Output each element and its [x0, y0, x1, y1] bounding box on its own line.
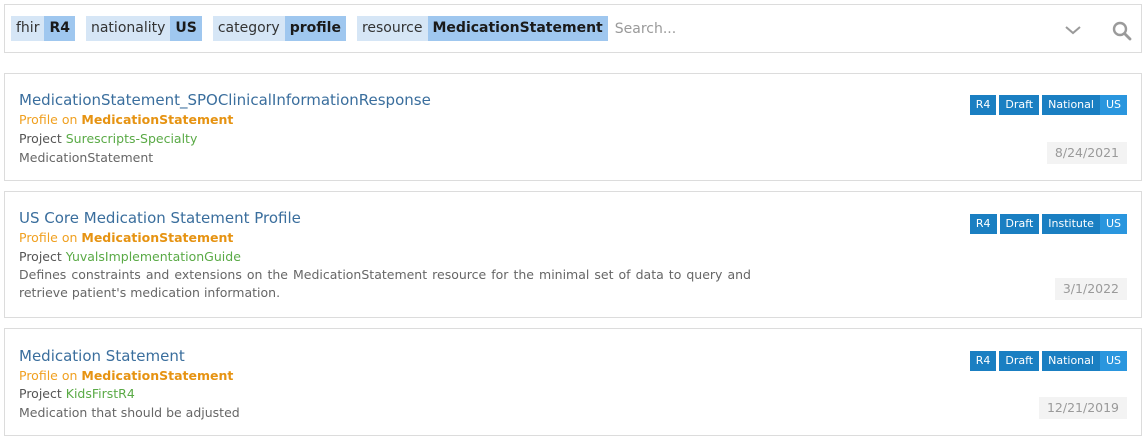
- status-badge: Draft: [999, 214, 1040, 234]
- badge-group: R4 Draft National US: [967, 95, 1127, 115]
- result-card: Medication Statement Profile on Medicati…: [4, 328, 1142, 436]
- scope-badge: National: [1042, 351, 1100, 371]
- profile-prefix: Profile on: [19, 368, 82, 383]
- result-description: Medication that should be adjusted: [19, 405, 240, 420]
- date-badge: 12/21/2019: [1038, 397, 1127, 419]
- project-line: Project YuvalsImplementationGuide: [19, 249, 241, 264]
- scope-badge-group: National US: [1042, 351, 1127, 371]
- country-badge: US: [1099, 95, 1127, 115]
- profile-resource: MedicationStatement: [81, 112, 234, 127]
- profile-prefix: Profile on: [19, 112, 82, 127]
- scope-badge: Institute: [1042, 214, 1100, 234]
- project-prefix: Project: [19, 249, 66, 264]
- result-description: MedicationStatement: [19, 150, 154, 165]
- version-badge: R4: [969, 214, 997, 234]
- scope-badge: National: [1042, 95, 1100, 115]
- search-icon[interactable]: [1111, 20, 1133, 42]
- version-badge: R4: [969, 95, 997, 115]
- date-badge: 8/24/2021: [1046, 142, 1127, 164]
- scope-badge-group: National US: [1042, 95, 1127, 115]
- project-line: Project KidsFirstR4: [19, 386, 135, 401]
- result-card: US Core Medication Statement Profile Pro…: [4, 191, 1142, 318]
- date-badge: 3/1/2022: [1054, 278, 1127, 300]
- result-title[interactable]: MedicationStatement_SPOClinicalInformati…: [19, 91, 431, 109]
- filter-value: profile: [284, 16, 346, 41]
- filter-chip-resource[interactable]: resource MedicationStatement: [356, 16, 608, 41]
- chevron-down-icon[interactable]: [1063, 21, 1083, 39]
- filter-value: US: [170, 16, 202, 41]
- profile-resource: MedicationStatement: [81, 368, 234, 383]
- filter-chip-category[interactable]: category profile: [212, 16, 346, 41]
- project-link[interactable]: KidsFirstR4: [66, 386, 135, 401]
- project-line: Project Surescripts-Specialty: [19, 131, 197, 146]
- search-input[interactable]: [614, 16, 1055, 41]
- project-prefix: Project: [19, 131, 66, 146]
- filter-key: category: [212, 16, 285, 41]
- status-badge: Draft: [999, 351, 1040, 371]
- project-prefix: Project: [19, 386, 66, 401]
- country-badge: US: [1099, 351, 1127, 371]
- country-badge: US: [1099, 214, 1127, 234]
- filter-key: resource: [356, 16, 428, 41]
- filter-key: nationality: [85, 16, 171, 41]
- result-title[interactable]: US Core Medication Statement Profile: [19, 209, 301, 227]
- badge-group: R4 Draft National US: [967, 351, 1127, 371]
- filter-value: MedicationStatement: [427, 16, 608, 41]
- search-bar: fhir R4 nationality US category profile …: [4, 4, 1142, 53]
- scope-badge-group: Institute US: [1042, 214, 1127, 234]
- result-description: Defines constraints and extensions on th…: [19, 267, 751, 300]
- filter-value: R4: [44, 16, 75, 41]
- version-badge: R4: [969, 351, 997, 371]
- profile-resource: MedicationStatement: [81, 230, 234, 245]
- badge-group: R4 Draft Institute US: [967, 214, 1127, 234]
- profile-on-line: Profile on MedicationStatement: [19, 230, 233, 245]
- project-link[interactable]: Surescripts-Specialty: [66, 131, 198, 146]
- filter-chip-fhir[interactable]: fhir R4: [11, 16, 75, 41]
- result-card: MedicationStatement_SPOClinicalInformati…: [4, 73, 1142, 181]
- profile-on-line: Profile on MedicationStatement: [19, 368, 233, 383]
- profile-on-line: Profile on MedicationStatement: [19, 112, 233, 127]
- filter-key: fhir: [11, 16, 45, 41]
- status-badge: Draft: [999, 95, 1040, 115]
- project-link[interactable]: YuvalsImplementationGuide: [66, 249, 241, 264]
- filter-chip-nationality[interactable]: nationality US: [85, 16, 202, 41]
- result-title[interactable]: Medication Statement: [19, 347, 185, 365]
- profile-prefix: Profile on: [19, 230, 82, 245]
